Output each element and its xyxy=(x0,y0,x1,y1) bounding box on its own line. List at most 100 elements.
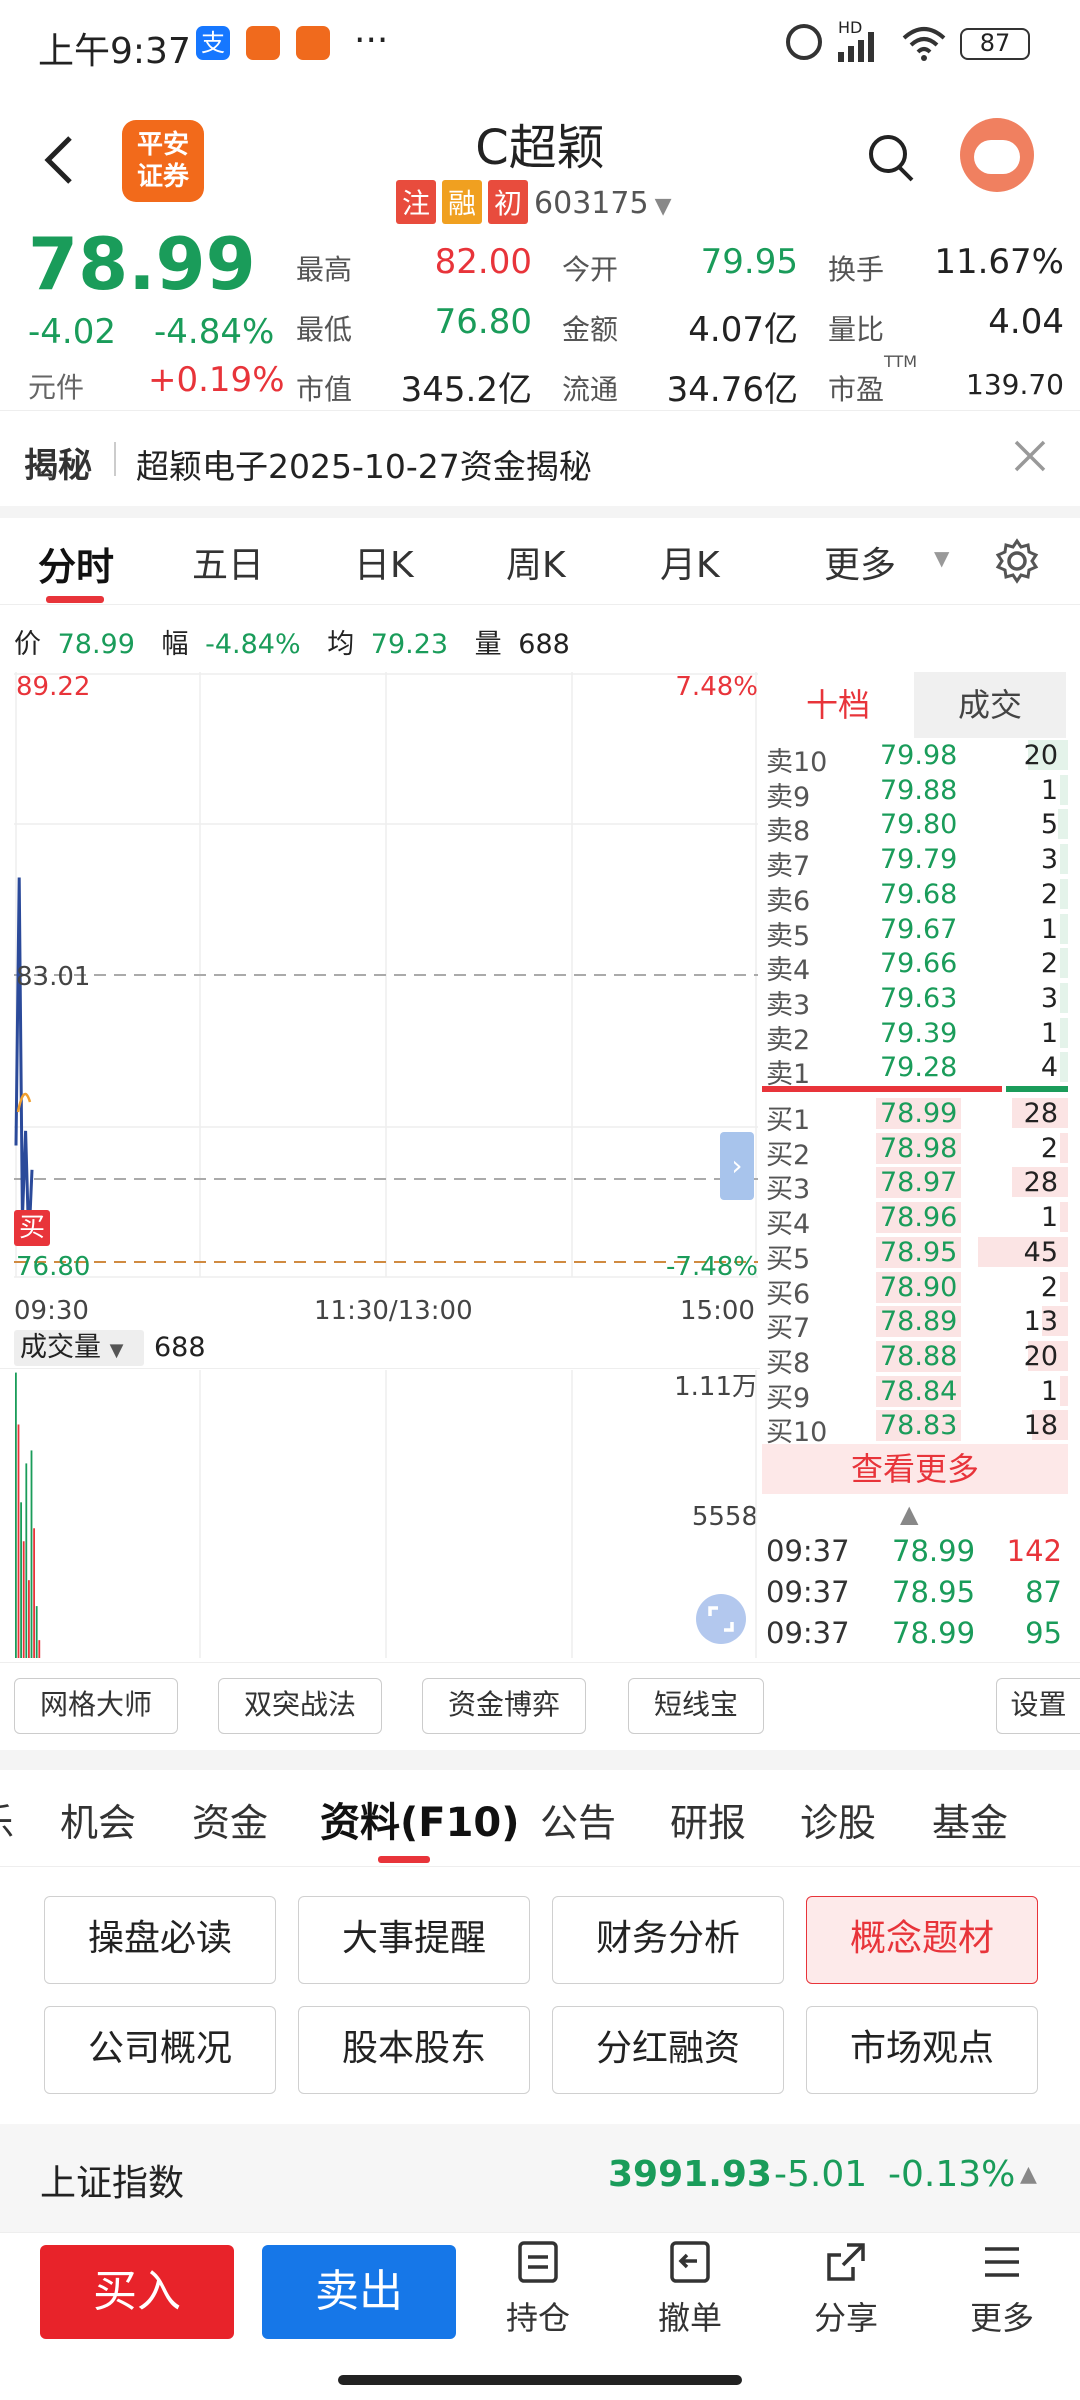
divider xyxy=(0,410,1080,411)
level-price: 79.80 xyxy=(880,809,958,841)
price-chart[interactable] xyxy=(14,672,758,1284)
btn-dividend-financing[interactable]: 分红融资 xyxy=(552,2006,784,2094)
tab-announcement[interactable]: 公告 xyxy=(540,1792,616,1847)
time-mid: 11:30/13:00 xyxy=(314,1296,473,1326)
volume-indicator-select[interactable]: 成交量 ▼ xyxy=(14,1330,144,1366)
ask-row[interactable]: 卖5 79.67 1 xyxy=(762,912,1068,952)
time-end: 15:00 xyxy=(680,1296,755,1326)
ask-row[interactable]: 卖7 79.79 3 xyxy=(762,842,1068,882)
tab-research[interactable]: 研报 xyxy=(670,1792,746,1847)
tab-f10[interactable]: 资料(F10) xyxy=(320,1790,520,1848)
tool-short-line[interactable]: 短线宝 xyxy=(628,1678,764,1734)
info-price: 78.99 xyxy=(57,629,135,660)
tag-rong: 融 xyxy=(442,180,483,224)
tab-rik[interactable]: 日K xyxy=(354,536,414,588)
view-more-button[interactable]: 查看更多 xyxy=(762,1444,1068,1494)
tool-grid-master[interactable]: 网格大师 xyxy=(14,1678,178,1734)
btn-market-view[interactable]: 市场观点 xyxy=(806,2006,1038,2094)
collapse-up-icon[interactable]: ▲ xyxy=(900,1500,918,1528)
fullscreen-icon[interactable] xyxy=(696,1594,746,1644)
price-series xyxy=(14,877,34,1243)
tab-opportunity[interactable]: 机会 xyxy=(60,1792,136,1847)
stock-code[interactable]: 603175 xyxy=(534,186,649,221)
bid-row[interactable]: 买9 78.84 1 xyxy=(762,1374,1068,1414)
trade-volume: 87 xyxy=(1025,1575,1062,1609)
settings-gear-icon[interactable] xyxy=(994,538,1040,584)
tool-settings[interactable]: 设置 xyxy=(996,1678,1080,1734)
more-button[interactable]: 更多 xyxy=(950,2239,1054,2339)
level-price: 79.98 xyxy=(880,740,958,771)
level-price: 78.83 xyxy=(876,1410,962,1442)
btn-company-profile[interactable]: 公司概况 xyxy=(44,2006,276,2094)
home-indicator[interactable] xyxy=(338,2375,742,2385)
btn-concept-theme[interactable]: 概念题材 xyxy=(806,1896,1038,1984)
code-dropdown-icon[interactable]: ▼ xyxy=(655,194,672,219)
sell-button[interactable]: 卖出 xyxy=(262,2245,456,2339)
btn-trading-must-read[interactable]: 操盘必读 xyxy=(44,1896,276,1984)
tab-wuri[interactable]: 五日 xyxy=(192,536,264,588)
bid-row[interactable]: 买2 78.98 2 xyxy=(762,1131,1068,1171)
btn-shareholders[interactable]: 股本股东 xyxy=(298,2006,530,2094)
volume-bar xyxy=(20,1502,22,1658)
tab-zhouk[interactable]: 周K xyxy=(506,536,566,588)
more-dropdown-icon[interactable]: ▼ xyxy=(934,546,949,570)
index-bar[interactable]: 上证指数 3991.93 -5.01 -0.13% ▲ xyxy=(0,2124,1080,2232)
holdings-button[interactable]: 持仓 xyxy=(486,2239,590,2339)
tool-double-breakout[interactable]: 双突战法 xyxy=(218,1678,382,1734)
info-vol-label: 量 xyxy=(474,629,502,660)
market-cap-value: 345.2亿 xyxy=(400,370,532,410)
volume-bar xyxy=(30,1450,33,1658)
high-label: 最高 xyxy=(296,253,353,286)
status-bar: 上午9:37 支 ··· HD 87 xyxy=(0,0,1080,90)
ask-row[interactable]: 卖8 79.80 5 xyxy=(762,807,1068,847)
tab-fenshi[interactable]: 分时 xyxy=(38,536,114,591)
cancel-order-button[interactable]: 撤单 xyxy=(638,2239,742,2339)
trade-time: 09:37 xyxy=(766,1575,850,1609)
cancel-order-label: 撤单 xyxy=(657,2299,722,2337)
tab-partial[interactable]: 乐 xyxy=(0,1792,14,1847)
more-notifications-icon: ··· xyxy=(354,20,389,61)
btn-event-reminder[interactable]: 大事提醒 xyxy=(298,1896,530,1984)
ask-row[interactable]: 卖6 79.68 2 xyxy=(762,877,1068,917)
bid-row[interactable]: 买4 78.96 1 xyxy=(762,1200,1068,1240)
expand-orderbook-icon[interactable]: › xyxy=(720,1132,754,1200)
ask-row[interactable]: 卖2 79.39 1 xyxy=(762,1016,1068,1056)
btn-financial-analysis[interactable]: 财务分析 xyxy=(552,1896,784,1984)
tab-active-indicator xyxy=(46,596,104,603)
tab-funds[interactable]: 资金 xyxy=(192,1792,268,1847)
chart-info-line: 价 78.99 幅 -4.84% 均 79.23 量 688 xyxy=(14,622,570,661)
expand-up-icon: ▲ xyxy=(1020,2162,1037,2187)
level-price: 79.63 xyxy=(880,982,958,1014)
level-price: 78.99 xyxy=(876,1098,962,1129)
bid-row[interactable]: 买10 78.83 18 xyxy=(762,1408,1068,1448)
buy-marker[interactable]: 买 xyxy=(14,1210,50,1246)
trade-price: 78.99 xyxy=(892,1616,976,1650)
bid-row[interactable]: 买7 78.89 13 xyxy=(762,1304,1068,1344)
tab-diagnosis[interactable]: 诊股 xyxy=(800,1792,876,1847)
level-volume: 5 xyxy=(1040,809,1058,841)
close-icon[interactable] xyxy=(1012,438,1048,474)
share-button[interactable]: 分享 xyxy=(794,2239,898,2339)
bid-row[interactable]: 买5 78.95 45 xyxy=(762,1235,1068,1275)
ask-row[interactable]: 卖10 79.98 20 xyxy=(762,738,1068,778)
bid-row[interactable]: 买3 78.97 28 xyxy=(762,1165,1068,1205)
tab-trades[interactable]: 成交 xyxy=(914,672,1066,738)
ask-row[interactable]: 卖1 79.28 4 xyxy=(762,1050,1068,1090)
ask-row[interactable]: 卖3 79.63 3 xyxy=(762,981,1068,1021)
float-cap-label: 流通 xyxy=(562,373,619,406)
ask-row[interactable]: 卖4 79.66 2 xyxy=(762,946,1068,986)
bid-row[interactable]: 买6 78.90 2 xyxy=(762,1270,1068,1310)
tool-fund-game[interactable]: 资金博弈 xyxy=(422,1678,586,1734)
buy-button[interactable]: 买入 xyxy=(40,2245,234,2339)
ask-row[interactable]: 卖9 79.88 1 xyxy=(762,773,1068,813)
reveal-banner[interactable]: 揭秘 超颖电子2025-10-27资金揭秘 xyxy=(0,412,1080,506)
avatar[interactable] xyxy=(960,118,1034,192)
search-icon[interactable] xyxy=(866,132,916,186)
tab-more[interactable]: 更多 xyxy=(824,536,896,588)
tab-fund[interactable]: 基金 xyxy=(932,1792,1008,1847)
tab-ten-levels[interactable]: 十档 xyxy=(762,672,914,738)
bid-row[interactable]: 买1 78.99 28 xyxy=(762,1096,1068,1136)
volume-bar xyxy=(28,1580,30,1658)
bid-row[interactable]: 买8 78.88 20 xyxy=(762,1339,1068,1379)
tab-yuek[interactable]: 月K xyxy=(660,536,720,588)
